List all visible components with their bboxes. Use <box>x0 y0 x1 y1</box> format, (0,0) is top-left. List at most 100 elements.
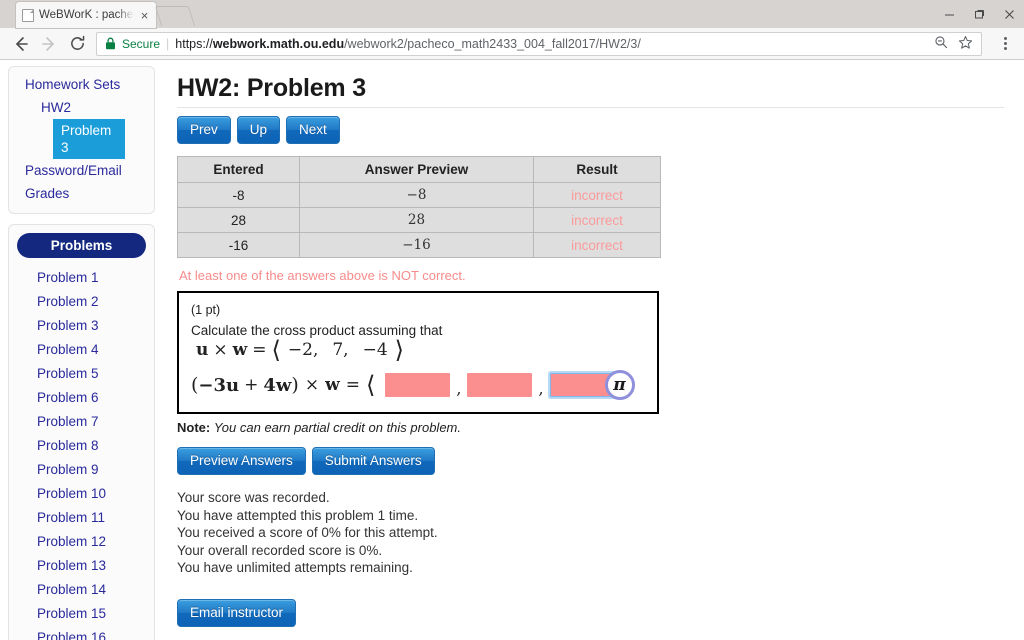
kebab-menu-icon[interactable] <box>994 31 1016 57</box>
status-line-overall-score: Your overall recorded score is 0%. <box>177 542 1004 560</box>
status-line-remaining-attempts: You have unlimited attempts remaining. <box>177 559 1004 577</box>
maximize-icon[interactable] <box>964 0 994 28</box>
answer-results-table: Entered Answer Preview Result -8 −8 inco… <box>177 156 661 258</box>
problem-link[interactable]: Problem 13 <box>9 554 154 578</box>
problem-link[interactable]: Problem 5 <box>9 362 154 386</box>
forward-arrow-icon <box>36 31 62 57</box>
vector-w-symbol: w <box>233 340 248 360</box>
problem-link[interactable]: Problem 16 <box>9 626 154 640</box>
cell-entered: 28 <box>178 208 300 233</box>
sidebar-item-password-email[interactable]: Password/Email <box>9 159 154 182</box>
component-separator: , <box>454 379 463 398</box>
cell-preview: −16 <box>300 233 534 257</box>
url-text: https://webwork.math.ou.edu/webwork2/pac… <box>175 37 641 51</box>
zoom-icon[interactable] <box>934 35 948 52</box>
sidebar-item-problem-3[interactable]: Problem 3 <box>53 119 125 159</box>
sidebar: Homework Sets HW2 Problem 3 Password/Ema… <box>0 60 163 640</box>
problem-link[interactable]: Problem 8 <box>9 434 154 458</box>
math-entry-pi-button[interactable]: π <box>605 370 635 400</box>
table-header-row: Entered Answer Preview Result <box>178 157 660 183</box>
problem-link[interactable]: Problem 15 <box>9 602 154 626</box>
problem-points: (1 pt) <box>191 303 645 317</box>
table-row: -16 −16 incorrect <box>178 233 660 257</box>
page-viewport: Homework Sets HW2 Problem 3 Password/Ema… <box>0 60 1024 640</box>
email-instructor-section: Email instructor <box>177 599 1004 627</box>
sidebar-nav-panel: Homework Sets HW2 Problem 3 Password/Ema… <box>8 66 155 214</box>
table-row: 28 28 incorrect <box>178 208 660 233</box>
url-path: /webwork2/pacheco_math2433_004_fall2017/… <box>344 37 641 51</box>
up-button[interactable]: Up <box>237 116 280 144</box>
problem-link[interactable]: Problem 2 <box>9 290 154 314</box>
page-title: HW2: Problem 3 <box>177 74 1004 103</box>
next-button[interactable]: Next <box>286 116 340 144</box>
answer-action-buttons: Preview Answers Submit Answers <box>177 447 1004 475</box>
problem-link[interactable]: Problem 9 <box>9 458 154 482</box>
cell-result: incorrect <box>534 183 660 208</box>
problems-panel-title: Problems <box>17 233 146 258</box>
problem-link[interactable]: Problem 3 <box>9 314 154 338</box>
cell-preview: 28 <box>300 208 534 233</box>
vector-u-symbol: u <box>196 340 208 360</box>
security-status-label: Secure <box>122 37 160 51</box>
problem-nav-buttons: Prev Up Next <box>177 116 1004 144</box>
url-host: webwork.math.ou.edu <box>213 37 344 51</box>
cell-result: incorrect <box>534 233 660 257</box>
star-icon[interactable] <box>958 35 973 53</box>
close-icon[interactable] <box>994 0 1024 28</box>
problem-link[interactable]: Problem 10 <box>9 482 154 506</box>
address-bar[interactable]: Secure | https://webwork.math.ou.edu/web… <box>96 32 982 56</box>
vector-w-symbol: w <box>325 375 340 395</box>
lock-icon <box>105 37 116 50</box>
answer-input-x[interactable] <box>385 373 450 397</box>
problem-link[interactable]: Problem 4 <box>9 338 154 362</box>
reload-icon[interactable] <box>64 31 90 57</box>
vector-component-x: −2, <box>288 340 318 360</box>
problem-statement-box: (1 pt) Calculate the cross product assum… <box>177 291 659 414</box>
expression-term-1: −3u <box>198 375 239 396</box>
browser-tab[interactable]: WeBWorK : pacheco_m × <box>16 2 156 28</box>
preview-answers-button[interactable]: Preview Answers <box>177 447 306 475</box>
minimize-icon[interactable] <box>934 0 964 28</box>
answer-entry-row: ( −3u + 4w ) × w = ⟨ , , π <box>191 370 645 400</box>
title-divider <box>177 107 1004 108</box>
problem-link[interactable]: Problem 6 <box>9 386 154 410</box>
main-content: HW2: Problem 3 Prev Up Next Entered Answ… <box>163 60 1024 640</box>
problem-link[interactable]: Problem 7 <box>9 410 154 434</box>
cell-entered: -16 <box>178 233 300 257</box>
page-favicon-icon <box>22 9 34 22</box>
problem-link[interactable]: Problem 14 <box>9 578 154 602</box>
omnibox-divider: | <box>166 37 169 51</box>
problem-link[interactable]: Problem 1 <box>9 266 154 290</box>
tab-close-icon[interactable]: × <box>139 9 150 22</box>
cell-preview: −8 <box>300 183 534 208</box>
cross-product-symbol: × <box>305 375 319 395</box>
new-tab-button[interactable] <box>155 6 195 26</box>
status-line-score-recorded: Your score was recorded. <box>177 489 1004 507</box>
url-scheme: https:// <box>175 37 213 51</box>
email-instructor-button[interactable]: Email instructor <box>177 599 296 627</box>
answer-input-y[interactable] <box>467 373 532 397</box>
sidebar-item-homework-sets[interactable]: Homework Sets <box>9 73 154 96</box>
header-answer-preview: Answer Preview <box>300 157 534 183</box>
problem-link[interactable]: Problem 11 <box>9 506 154 530</box>
incorrect-warning-message: At least one of the answers above is NOT… <box>179 268 1004 283</box>
problem-prompt: Calculate the cross product assuming tha… <box>191 323 645 362</box>
partial-credit-note: Note: You can earn partial credit on thi… <box>177 420 1004 435</box>
sidebar-item-grades[interactable]: Grades <box>9 182 154 205</box>
cell-result: incorrect <box>534 208 660 233</box>
sidebar-item-hw2[interactable]: HW2 <box>9 96 154 119</box>
vector-component-y: 7, <box>332 340 348 360</box>
given-equation: u × w = ⟨ −2, 7, −4 ⟩ <box>196 338 404 362</box>
open-angle-bracket: ⟨ <box>272 338 281 362</box>
back-arrow-icon[interactable] <box>8 31 34 57</box>
vector-component-z: −4 <box>363 340 388 360</box>
tab-title: WeBWorK : pacheco_m <box>39 9 134 21</box>
window-controls <box>934 0 1024 28</box>
problem-link[interactable]: Problem 12 <box>9 530 154 554</box>
submit-answers-button[interactable]: Submit Answers <box>312 447 435 475</box>
status-line-attempts-made: You have attempted this problem 1 time. <box>177 507 1004 525</box>
tab-strip: WeBWorK : pacheco_m × <box>0 0 1024 28</box>
prev-button[interactable]: Prev <box>177 116 231 144</box>
component-separator: , <box>536 379 545 398</box>
open-paren: ( <box>191 374 198 396</box>
